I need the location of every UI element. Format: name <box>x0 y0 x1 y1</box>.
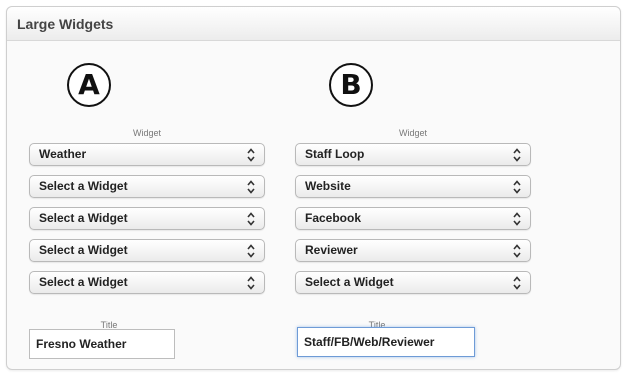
widget-select-b-1[interactable]: Staff Loop <box>295 143 531 166</box>
widget-select-b-5[interactable]: Select a Widget <box>295 271 531 294</box>
title-input-b[interactable]: Staff/FB/Web/Reviewer <box>297 327 475 357</box>
panel-title: Large Widgets <box>7 7 620 41</box>
up-down-chevron-icon <box>513 276 521 290</box>
up-down-chevron-icon <box>513 244 521 258</box>
large-widgets-panel: Large Widgets A Widget Weather Select a … <box>6 6 621 370</box>
up-down-chevron-icon <box>247 180 255 194</box>
widget-select-a-1[interactable]: Weather <box>29 143 265 166</box>
widget-select-value: Select a Widget <box>39 211 128 225</box>
up-down-chevron-icon <box>513 212 521 226</box>
widget-select-value: Website <box>305 179 351 193</box>
widget-select-a-5[interactable]: Select a Widget <box>29 271 265 294</box>
up-down-chevron-icon <box>247 148 255 162</box>
up-down-chevron-icon <box>513 148 521 162</box>
up-down-chevron-icon <box>513 180 521 194</box>
badge-b: B <box>329 63 373 107</box>
widget-select-b-2[interactable]: Website <box>295 175 531 198</box>
title-input-a[interactable]: Fresno Weather <box>29 329 175 359</box>
widget-select-value: Select a Widget <box>39 275 128 289</box>
widget-select-value: Select a Widget <box>39 243 128 257</box>
widget-select-value: Weather <box>39 147 87 161</box>
widget-select-value: Reviewer <box>305 243 358 257</box>
widget-select-a-4[interactable]: Select a Widget <box>29 239 265 262</box>
widget-select-a-3[interactable]: Select a Widget <box>29 207 265 230</box>
widget-select-value: Facebook <box>305 211 362 225</box>
widget-select-value: Select a Widget <box>305 275 394 289</box>
up-down-chevron-icon <box>247 244 255 258</box>
widget-select-b-3[interactable]: Facebook <box>295 207 531 230</box>
widget-select-value: Staff Loop <box>305 147 365 161</box>
widget-label-b: Widget <box>398 128 427 138</box>
up-down-chevron-icon <box>247 276 255 290</box>
widget-select-b-4[interactable]: Reviewer <box>295 239 531 262</box>
widget-select-value: Select a Widget <box>39 179 128 193</box>
up-down-chevron-icon <box>247 212 255 226</box>
widget-label-a: Widget <box>132 128 161 138</box>
badge-a: A <box>67 63 111 107</box>
widget-select-a-2[interactable]: Select a Widget <box>29 175 265 198</box>
